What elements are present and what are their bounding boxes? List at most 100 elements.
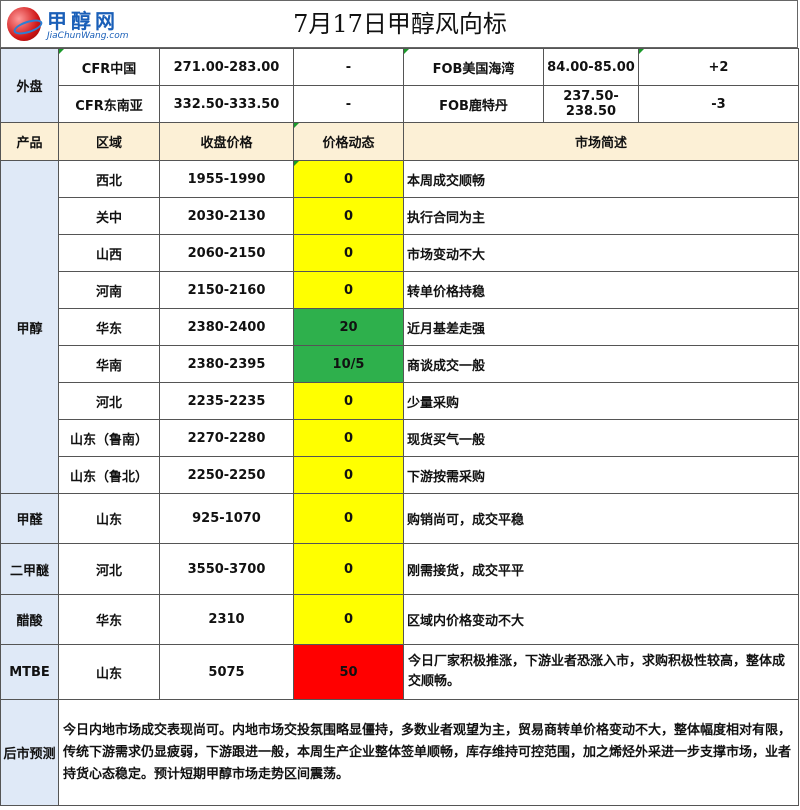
external-change-2: +2 — [638, 48, 799, 86]
table-row: MTBE 山东 5075 50 今日厂家积极推涨，下游业者恐涨入市，求购积极性较… — [0, 644, 799, 700]
forecast-text: 今日内地市场成交表现尚可。内地市场交投氛围略显僵持，多数业者观望为主，贸易商转单… — [58, 699, 799, 806]
table-row: 甲醇 西北 1955-1990 0 本周成交顺畅 — [0, 160, 799, 494]
move-cell: 0 — [293, 382, 404, 420]
price-cell: 5075 — [159, 644, 294, 700]
col-price-move: 价格动态 — [293, 122, 404, 161]
table-row: 河南 2150-2160 0 转单价格持稳 — [1, 271, 799, 309]
region-cell: 华南 — [58, 345, 160, 383]
product-label: 甲醛 — [0, 493, 59, 544]
region-cell: 关中 — [58, 197, 160, 235]
price-cell: 2235-2235 — [159, 382, 294, 420]
table-row: 山东（鲁北） 2250-2250 0 下游按需采购 — [1, 456, 799, 494]
move-cell: 10/5 — [293, 345, 404, 383]
region-cell: 西北 — [58, 160, 160, 198]
external-price-2: 237.50-238.50 — [543, 85, 639, 123]
region-cell: 山东（鲁北） — [58, 456, 160, 494]
forecast-label: 后市预测 — [0, 699, 59, 806]
price-cell: 2060-2150 — [159, 234, 294, 272]
external-name: CFR中国 — [58, 48, 160, 86]
note-cell: 本周成交顺畅 — [403, 160, 799, 198]
price-cell: 2250-2250 — [159, 456, 294, 494]
table-row: 华东 2380-2400 20 近月基差走强 — [1, 308, 799, 346]
note-cell: 转单价格持稳 — [403, 271, 799, 309]
forecast-row: 后市预测 今日内地市场成交表现尚可。内地市场交投氛围略显僵持，多数业者观望为主，… — [0, 699, 799, 806]
globe-icon — [7, 7, 41, 41]
methanol-label: 甲醇 — [0, 160, 59, 494]
move-cell: 0 — [293, 234, 404, 272]
move-cell: 0 — [293, 271, 404, 309]
column-header-row: 产品 区域 收盘价格 价格动态 市场简述 — [0, 122, 799, 161]
region-cell: 河南 — [58, 271, 160, 309]
report-header: 7月17日甲醇风向标 甲醇网 JiaChunWang.com — [0, 0, 798, 48]
price-cell: 2150-2160 — [159, 271, 294, 309]
external-name-2: FOB鹿特丹 — [403, 85, 544, 123]
external-change: - — [293, 48, 404, 86]
price-cell: 2310 — [159, 594, 294, 645]
note-cell: 刚需接货，成交平平 — [403, 543, 799, 595]
col-close-price: 收盘价格 — [159, 122, 294, 161]
external-row: 外盘 CFR中国 271.00-283.00 - FOB美国海湾 84.00-8… — [0, 48, 799, 123]
move-cell: 0 — [293, 543, 404, 595]
table-row: 山西 2060-2150 0 市场变动不大 — [1, 234, 799, 272]
external-name: CFR东南亚 — [58, 85, 160, 123]
note-cell: 现货买气一般 — [403, 419, 799, 457]
note-cell: 近月基差走强 — [403, 308, 799, 346]
external-price: 332.50-333.50 — [159, 85, 294, 123]
col-region: 区域 — [58, 122, 160, 161]
note-cell: 购销尚可，成交平稳 — [403, 493, 799, 544]
table-row: 河北 2235-2235 0 少量采购 — [1, 382, 799, 420]
region-cell: 河北 — [58, 382, 160, 420]
region-cell: 河北 — [58, 543, 160, 595]
product-label: MTBE — [0, 644, 59, 700]
site-logo[interactable]: 甲醇网 JiaChunWang.com — [3, 5, 153, 45]
table-row: 山东（鲁南） 2270-2280 0 现货买气一般 — [1, 419, 799, 457]
price-cell: 3550-3700 — [159, 543, 294, 595]
price-cell: 2380-2400 — [159, 308, 294, 346]
note-cell: 执行合同为主 — [403, 197, 799, 235]
col-summary: 市场简述 — [403, 122, 799, 161]
external-row: CFR东南亚 332.50-333.50 - FOB鹿特丹 237.50-238… — [1, 85, 799, 123]
table-row: 华南 2380-2395 10/5 商谈成交一般 — [1, 345, 799, 383]
product-label: 醋酸 — [0, 594, 59, 645]
note-cell: 区域内价格变动不大 — [403, 594, 799, 645]
region-cell: 华东 — [58, 594, 160, 645]
region-cell: 山东 — [58, 644, 160, 700]
move-cell: 0 — [293, 197, 404, 235]
logo-brand-text: 甲醇网 — [47, 9, 119, 33]
table-row: 关中 2030-2130 0 执行合同为主 — [1, 197, 799, 235]
external-name-2: FOB美国海湾 — [403, 48, 544, 86]
region-cell: 山东（鲁南） — [58, 419, 160, 457]
product-label: 二甲醚 — [0, 543, 59, 595]
table-row: 甲醛 山东 925-1070 0 购销尚可，成交平稳 — [0, 493, 799, 544]
note-cell: 今日厂家积极推涨，下游业者恐涨入市，求购积极性较高，整体成交顺畅。 — [403, 644, 799, 700]
move-cell: 20 — [293, 308, 404, 346]
external-label: 外盘 — [0, 48, 59, 123]
external-change-2: -3 — [638, 85, 799, 123]
move-cell: 0 — [293, 160, 404, 198]
move-cell: 50 — [293, 644, 404, 700]
note-cell: 市场变动不大 — [403, 234, 799, 272]
price-cell: 2030-2130 — [159, 197, 294, 235]
price-cell: 1955-1990 — [159, 160, 294, 198]
table-row: 醋酸 华东 2310 0 区域内价格变动不大 — [0, 594, 799, 645]
region-cell: 山东 — [58, 493, 160, 544]
price-cell: 2270-2280 — [159, 419, 294, 457]
col-product: 产品 — [0, 122, 59, 161]
note-cell: 少量采购 — [403, 382, 799, 420]
external-change: - — [293, 85, 404, 123]
logo-url-text: JiaChunWang.com — [47, 31, 129, 41]
move-cell: 0 — [293, 419, 404, 457]
move-cell: 0 — [293, 493, 404, 544]
table-row: 二甲醚 河北 3550-3700 0 刚需接货，成交平平 — [0, 543, 799, 595]
external-price: 271.00-283.00 — [159, 48, 294, 86]
report-page: 7月17日甲醇风向标 甲醇网 JiaChunWang.com 外盘 CFR中国 … — [0, 0, 800, 810]
note-cell: 商谈成交一般 — [403, 345, 799, 383]
region-cell: 山西 — [58, 234, 160, 272]
move-cell: 0 — [293, 594, 404, 645]
region-cell: 华东 — [58, 308, 160, 346]
price-table: 外盘 CFR中国 271.00-283.00 - FOB美国海湾 84.00-8… — [0, 48, 799, 806]
note-cell: 下游按需采购 — [403, 456, 799, 494]
price-cell: 925-1070 — [159, 493, 294, 544]
move-cell: 0 — [293, 456, 404, 494]
price-cell: 2380-2395 — [159, 345, 294, 383]
